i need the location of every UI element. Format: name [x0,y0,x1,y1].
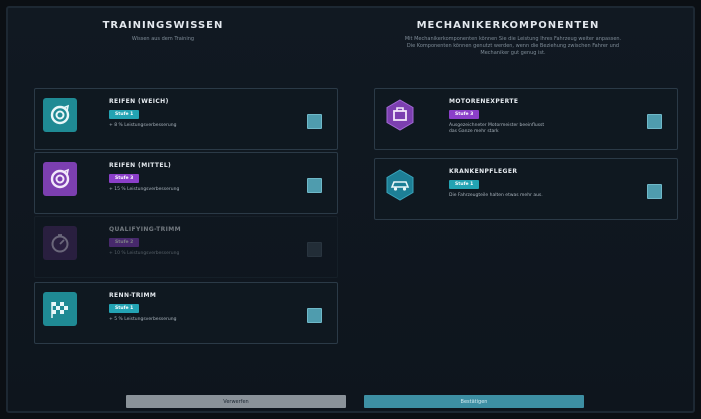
level-badge: Stufe 1 [109,304,140,313]
cancel-button[interactable]: Verwerfen [126,395,346,408]
tire-target-icon [43,98,77,132]
mechanic-card-motorenexperte[interactable]: MOTORENEXPERTE Stufe 3 Ausgezeichneter M… [374,88,678,150]
mechanic-title: MECHANIKERKOMPONENTEN [416,20,600,31]
card-title: REIFEN (WEICH) [109,98,169,105]
training-card-renn-trimm[interactable]: RENN-TRIMM Stufe 1 + 5 % Leistungsverbes… [34,282,338,344]
level-badge: Stufe 3 [109,174,140,183]
card-description: Ausgezeichneter Motormeister beeinflusst… [449,123,545,134]
confirm-button[interactable]: Bestätigen [364,395,584,408]
tire-target-icon [43,162,77,196]
main-panel: TRAININGSWISSEN Wissen aus dem Training … [6,6,695,413]
card-description: + 8 % Leistungsverbesserung [109,123,177,128]
level-badge: Stufe 1 [109,110,140,119]
select-checkbox[interactable] [307,308,322,323]
card-title: RENN-TRIMM [109,292,157,299]
card-title: QUALIFYING-TRIMM [109,226,182,233]
car-repair-icon [383,168,417,202]
select-checkbox[interactable] [307,178,322,193]
card-description: + 15 % Leistungsverbesserung [109,187,180,192]
select-checkbox[interactable] [307,114,322,129]
card-title: MOTORENEXPERTE [449,98,519,105]
card-description: + 5 % Leistungsverbesserung [109,317,177,322]
select-checkbox[interactable] [647,184,662,199]
engine-icon [383,98,417,132]
mechanic-card-krankenpfleger[interactable]: KRANKENPFLEGER Stufe 1 Die Fahrzeugteile… [374,158,678,220]
level-badge: Stufe 3 [449,110,480,119]
training-card-qualifying-trimm[interactable]: QUALIFYING-TRIMM Stufe 2 + 10 % Leistung… [34,216,338,278]
training-subtitle: Wissen aus dem Training [131,36,195,42]
select-checkbox[interactable] [307,242,322,257]
race-flag-icon [43,292,77,326]
card-description: Die Fahrzeugteile halten etwas mehr aus. [449,193,543,198]
card-title: REIFEN (MITTEL) [109,162,172,169]
training-card-reifen-weich[interactable]: REIFEN (WEICH) Stufe 1 + 8 % Leistungsve… [34,88,338,150]
training-card-reifen-mittel[interactable]: REIFEN (MITTEL) Stufe 3 + 15 % Leistungs… [34,152,338,214]
stopwatch-icon [43,226,77,260]
level-badge: Stufe 2 [109,238,140,247]
mechanic-subtitle: Mit Mechanikerkomponenten können Sie die… [404,36,622,56]
training-title: TRAININGSWISSEN [102,20,224,31]
level-badge: Stufe 1 [449,180,480,189]
card-description: + 10 % Leistungsverbesserung [109,251,180,256]
card-title: KRANKENPFLEGER [449,168,518,175]
select-checkbox[interactable] [647,114,662,129]
